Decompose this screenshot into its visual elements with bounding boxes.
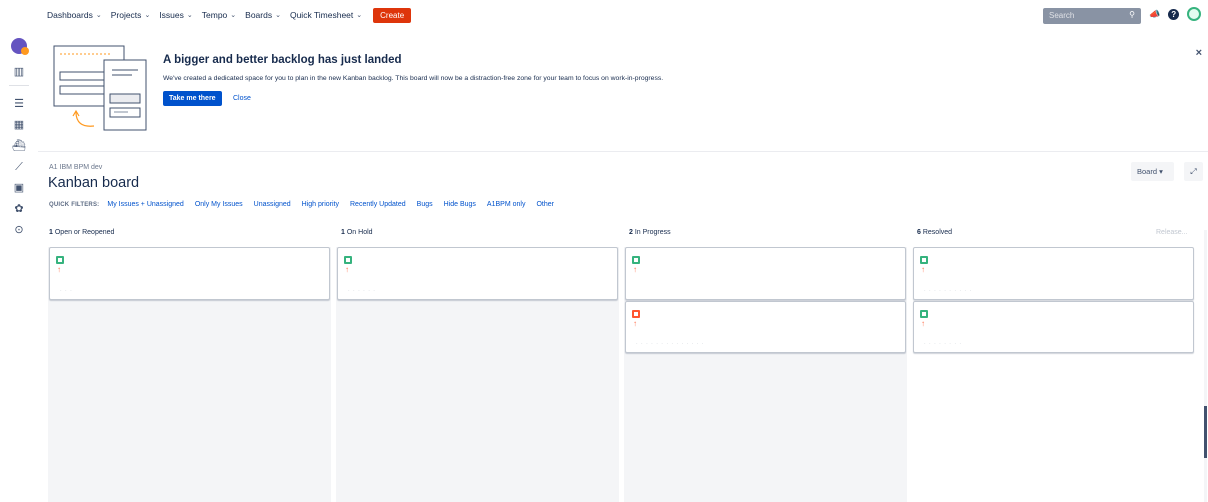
board-scrollbar[interactable] xyxy=(1204,230,1207,502)
story-icon xyxy=(632,256,640,264)
column-resolved: ↑ · · · · · · · · · · ↑ · · · · · · · · xyxy=(912,247,1195,502)
chevron-down-icon: ⌄ xyxy=(356,12,363,19)
chevron-down-icon: ⌄ xyxy=(230,12,237,19)
kanban-board-icon[interactable]: ▦ xyxy=(12,119,26,131)
project-sidebar: ▥ ☰ ▦ ⛴ ⟋ ▣ ✿ ⊙ xyxy=(0,30,38,502)
chevron-down-icon: ⌄ xyxy=(186,12,193,19)
quick-filter-bugs[interactable]: Bugs xyxy=(417,201,433,208)
quick-filter-other[interactable]: Other xyxy=(536,201,554,208)
take-me-there-button[interactable]: Take me there xyxy=(163,91,222,106)
card-meta: · · · xyxy=(60,288,73,294)
reports-icon[interactable]: ⟋ xyxy=(12,161,26,173)
quick-filter-recently-updated[interactable]: Recently Updated xyxy=(350,201,406,208)
backlog-icon[interactable]: ☰ xyxy=(12,98,26,110)
column-on-hold: ↑ · · · · · · xyxy=(336,247,619,502)
bug-icon xyxy=(632,310,640,318)
release-link[interactable]: Release... xyxy=(1156,229,1188,236)
issue-card[interactable]: ↑ xyxy=(625,247,906,300)
board-menu-button[interactable]: Board ▾ xyxy=(1131,162,1174,181)
nav-dashboards[interactable]: Dashboards ⌄ xyxy=(47,10,102,20)
help-icon[interactable]: ? xyxy=(1168,8,1180,20)
quick-filter-only-my-issues[interactable]: Only My Issues xyxy=(195,201,243,208)
banner-title: A bigger and better backlog has just lan… xyxy=(163,54,402,66)
issue-card[interactable]: ↑ · · · · · · · · · · · · · · xyxy=(625,301,906,353)
chevron-down-icon: ▾ xyxy=(1159,167,1163,176)
quick-filters-label: QUICK FILTERS: xyxy=(49,201,100,208)
close-icon[interactable]: × xyxy=(1196,47,1202,59)
project-avatar[interactable] xyxy=(11,38,29,55)
priority-high-icon: ↑ xyxy=(345,265,349,274)
card-meta: · · · · · · · · xyxy=(924,341,963,347)
column-header-in-progress: 2 In Progress xyxy=(629,229,671,236)
backlog-announcement-banner: A bigger and better backlog has just lan… xyxy=(38,30,1208,152)
quick-filter-high-priority[interactable]: High priority xyxy=(302,201,339,208)
issue-card[interactable]: ↑ · · · · · · xyxy=(337,247,618,300)
chevron-down-icon: ⌄ xyxy=(275,12,281,19)
nav-projects[interactable]: Projects ⌄ xyxy=(111,10,151,20)
card-meta: · · · · · · · · · · xyxy=(924,288,973,294)
column-header-resolved: 6 Resolved xyxy=(917,229,953,236)
story-icon xyxy=(344,256,352,264)
priority-high-icon: ↑ xyxy=(633,319,637,328)
chevron-down-icon: ⌄ xyxy=(95,12,102,19)
priority-high-icon: ↑ xyxy=(921,319,925,328)
priority-high-icon: ↑ xyxy=(633,265,637,274)
nav-quick-timesheet[interactable]: Quick Timesheet ⌄ xyxy=(290,10,362,20)
banner-description: We've created a dedicated space for you … xyxy=(163,75,664,82)
notifications-icon[interactable]: 📣 xyxy=(1149,9,1160,20)
search-input[interactable]: Search ⚲ xyxy=(1043,8,1141,24)
quick-filter-hide-bugs[interactable]: Hide Bugs xyxy=(444,201,476,208)
boards-switcher-icon[interactable]: ▥ xyxy=(12,66,26,78)
nav-issues[interactable]: Issues ⌄ xyxy=(159,10,192,20)
issue-card[interactable]: ↑ · · · · · · · · xyxy=(913,301,1194,353)
issue-card[interactable]: ↑ · · · · · · · · · · xyxy=(913,247,1194,300)
more-icon[interactable]: ⊙ xyxy=(12,224,26,236)
column-open-or-reopened: ↑ · · · xyxy=(48,247,331,502)
close-banner-link[interactable]: Close xyxy=(233,95,251,102)
add-ons-icon[interactable]: ✿ xyxy=(12,203,26,215)
nav-boards[interactable]: Boards ⌄ xyxy=(245,10,281,20)
search-icon: ⚲ xyxy=(1129,10,1135,19)
quick-filter-a1bpm-only[interactable]: A1BPM only xyxy=(487,201,526,208)
top-nav-menu: Dashboards ⌄ Projects ⌄ Issues ⌄ Tempo ⌄ Boa… xyxy=(47,0,412,30)
quick-filter-unassigned[interactable]: Unassigned xyxy=(254,201,291,208)
backlog-illustration xyxy=(53,45,147,131)
quick-filter-my-issues-unassigned[interactable]: My Issues + Unassigned xyxy=(107,201,183,208)
quick-filters: QUICK FILTERS: My Issues + Unassigned On… xyxy=(49,201,565,208)
top-navigation-bar: Dashboards ⌄ Projects ⌄ Issues ⌄ Tempo ⌄ Boa… xyxy=(0,0,1208,30)
chevron-down-icon: ⌄ xyxy=(144,12,151,19)
expand-icon[interactable]: ⤢ xyxy=(1184,162,1203,181)
issues-icon[interactable]: ▣ xyxy=(12,182,26,194)
breadcrumb[interactable]: A1 IBM BPM dev xyxy=(49,164,102,171)
story-icon xyxy=(56,256,64,264)
story-icon xyxy=(920,256,928,264)
card-meta: · · · · · · · · · · · · · · xyxy=(636,341,705,347)
scrollbar-thumb[interactable] xyxy=(1204,406,1207,458)
column-header-on-hold: 1 On Hold xyxy=(341,229,373,236)
project-badge xyxy=(21,47,29,55)
create-button[interactable]: Create xyxy=(373,7,412,23)
top-right-icons: 📣 ? xyxy=(1149,7,1208,21)
page-title: Kanban board xyxy=(48,175,140,191)
story-icon xyxy=(920,310,928,318)
sidebar-divider xyxy=(9,85,29,86)
issue-card[interactable]: ↑ · · · xyxy=(49,247,330,300)
column-header-open: 1 Open or Reopened xyxy=(49,229,115,236)
card-meta: · · · · · · xyxy=(348,288,376,294)
user-avatar[interactable] xyxy=(1187,7,1202,21)
priority-high-icon: ↑ xyxy=(57,265,61,274)
nav-tempo[interactable]: Tempo ⌄ xyxy=(202,10,236,20)
priority-high-icon: ↑ xyxy=(921,265,925,274)
column-in-progress: ↑ ↑ · · · · · · · · · · · · · · xyxy=(624,247,907,502)
releases-icon[interactable]: ⛴ xyxy=(12,140,26,152)
